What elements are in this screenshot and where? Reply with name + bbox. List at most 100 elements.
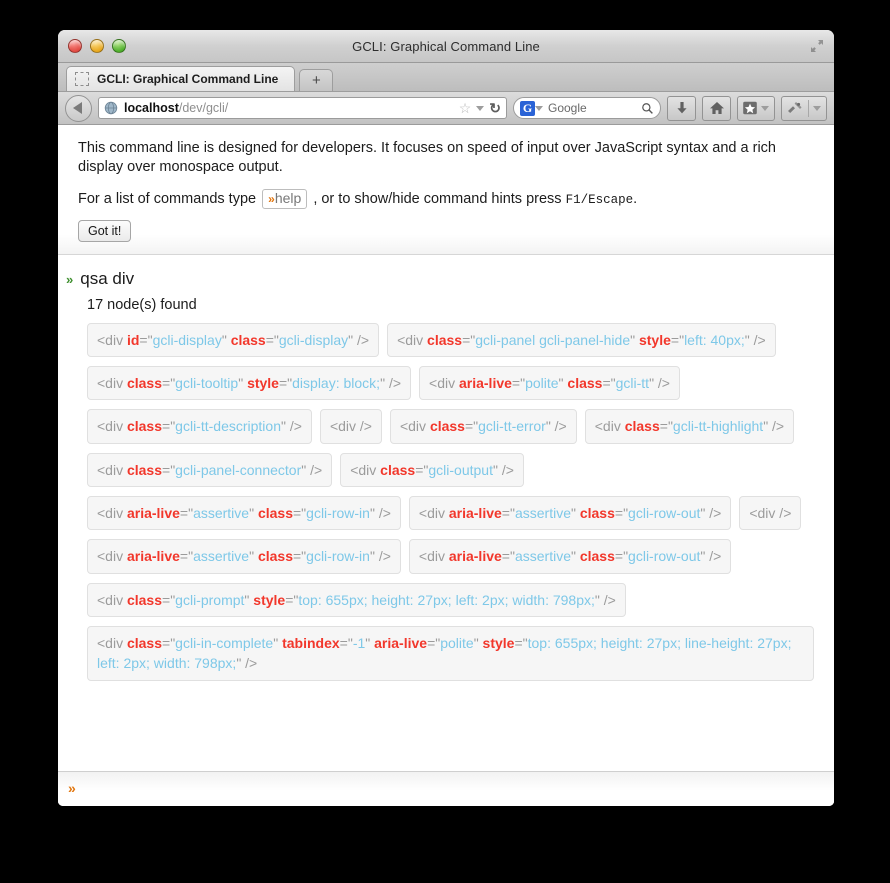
gcli-input-bar[interactable]: »	[58, 771, 834, 806]
close-button[interactable]	[68, 39, 82, 53]
minimize-button[interactable]	[90, 39, 104, 53]
home-icon	[709, 102, 724, 114]
node-token-val: gcli-in-complete	[175, 634, 274, 651]
node-token-eq: ="	[670, 331, 685, 348]
node-token-val: top: 655px; height: 27px; left: 2px; wid…	[298, 591, 595, 608]
node-token-tag: " />	[649, 375, 670, 392]
node-token-val: display: block;	[292, 375, 381, 392]
node-token-tag: <div	[350, 461, 381, 478]
node-token-tag: <div	[399, 418, 430, 435]
node-token-attr: class	[126, 634, 163, 651]
star-bookmark-icon	[743, 101, 757, 115]
placeholder-favicon-icon	[75, 72, 89, 86]
command-prompt-glyph: »	[66, 271, 74, 287]
tools-button[interactable]	[781, 95, 827, 121]
node-result-item[interactable]: <div aria-live="assertive" class="gcli-r…	[87, 539, 401, 574]
zoom-button[interactable]	[112, 39, 126, 53]
search-engine-chevron-icon[interactable]	[535, 105, 543, 111]
node-token-eq: ="	[511, 375, 526, 392]
reload-icon[interactable]: ↻	[489, 101, 501, 115]
node-result-item[interactable]: <div class="gcli-tooltip" style="display…	[87, 366, 412, 401]
url-path: /dev/gcli/	[178, 101, 229, 115]
command-output-area: » qsa div 17 node(s) found <div id="gcli…	[58, 255, 834, 771]
search-input[interactable]: Google	[548, 101, 641, 115]
node-token-eq: ="	[501, 505, 515, 522]
node-token-eq: ="	[162, 591, 176, 608]
input-prompt-glyph: »	[68, 780, 76, 796]
new-tab-button[interactable]: +	[299, 69, 334, 91]
node-token-tag: " />	[492, 461, 514, 478]
node-result-item[interactable]: <div id="gcli-display" class="gcli-displ…	[87, 322, 380, 358]
node-token-tag: " />	[236, 655, 258, 672]
chevron-down-icon[interactable]	[476, 105, 485, 111]
node-token-eq: "	[570, 548, 580, 565]
node-token-val: assertive	[514, 505, 571, 522]
node-result-item[interactable]: <div class="gcli-tt-error" />	[389, 409, 577, 444]
node-result-item[interactable]: <div class="gcli-panel gcli-panel-hide" …	[387, 322, 776, 358]
downloads-button[interactable]	[667, 95, 696, 121]
node-token-attr: class	[567, 375, 603, 392]
tools-chevron-icon[interactable]	[813, 105, 821, 111]
node-token-attr: class	[126, 418, 163, 435]
executed-command-row: » qsa div	[66, 269, 814, 289]
back-button[interactable]	[65, 94, 92, 122]
node-token-val: polite	[440, 634, 474, 651]
node-result-item[interactable]: <div class="gcli-prompt" style="top: 655…	[87, 582, 626, 617]
node-result-item[interactable]: <div class="gcli-output" />	[340, 452, 524, 488]
node-token-tag: <div	[594, 418, 625, 435]
bookmarks-button[interactable]	[737, 95, 775, 121]
node-token-val: gcli-tt-highlight	[672, 418, 764, 435]
fullscreen-arrows-icon[interactable]	[809, 38, 825, 54]
node-token-attr: aria-live	[126, 548, 180, 565]
magnifier-icon[interactable]	[641, 102, 654, 115]
node-token-attr: class	[126, 461, 163, 478]
node-token-eq: "	[249, 505, 258, 522]
node-result-item[interactable]: <div class="gcli-in-complete" tabindex="…	[87, 625, 814, 681]
node-token-eq: ="	[462, 331, 476, 348]
node-result-item[interactable]: <div />	[739, 496, 802, 531]
help-command-chip[interactable]: »help	[262, 188, 308, 209]
node-token-tag: " />	[744, 331, 766, 348]
url-bar[interactable]: localhost/dev/gcli/ ☆ ↻	[98, 97, 507, 119]
node-token-eq: ="	[139, 331, 153, 348]
node-token-tag: <div	[418, 548, 449, 565]
node-token-val: assertive	[193, 505, 250, 522]
node-token-attr: aria-live	[126, 505, 180, 522]
node-result-item[interactable]: <div class="gcli-tt-description" />	[87, 409, 312, 444]
node-token-eq: ="	[162, 634, 176, 651]
node-token-eq: ="	[293, 505, 307, 522]
node-token-tag: <div	[97, 634, 127, 651]
node-token-attr: aria-live	[374, 634, 428, 651]
node-result-item[interactable]: <div class="gcli-panel-connector" />	[87, 452, 333, 488]
node-result-item[interactable]: <div aria-live="assertive" class="gcli-r…	[87, 496, 401, 531]
node-token-eq: "	[221, 331, 231, 348]
node-token-attr: id	[126, 331, 140, 348]
node-result-list: <div id="gcli-display" class="gcli-displ…	[87, 322, 814, 681]
url-host: localhost	[124, 101, 179, 115]
intro-line2-prefix: For a list of commands type	[78, 190, 257, 207]
got-it-button[interactable]: Got it!	[78, 219, 132, 242]
node-token-attr: tabindex	[282, 634, 340, 651]
node-token-attr: class	[429, 418, 465, 435]
bookmarks-chevron-icon[interactable]	[761, 105, 769, 111]
node-token-eq: ="	[285, 591, 299, 608]
node-token-tag: <div	[418, 505, 449, 522]
node-token-tag: <div	[97, 591, 127, 608]
node-result-item[interactable]: <div class="gcli-tt-highlight" />	[584, 409, 795, 444]
node-token-eq: "	[273, 634, 283, 651]
bookmark-star-icon[interactable]: ☆	[459, 101, 472, 115]
google-logo-icon: G	[520, 100, 535, 116]
node-result-item[interactable]: <div aria-live="assertive" class="gcli-r…	[408, 539, 732, 574]
node-result-item[interactable]: <div aria-live="assertive" class="gcli-r…	[408, 496, 732, 531]
node-result-item[interactable]: <div aria-live="polite" class="gcli-tt" …	[419, 366, 680, 401]
home-button[interactable]	[702, 95, 731, 121]
search-bar[interactable]: G Google	[513, 97, 661, 119]
node-result-item[interactable]: <div />	[319, 409, 382, 444]
intro-line2-keys: F1/Escape	[565, 192, 634, 207]
tab-gcli[interactable]: GCLI: Graphical Command Line	[66, 66, 296, 91]
node-token-attr: class	[257, 548, 293, 565]
node-token-attr: class	[257, 505, 293, 522]
node-token-attr: style	[253, 591, 286, 608]
node-token-eq: ="	[162, 461, 176, 478]
window-controls	[68, 39, 126, 53]
